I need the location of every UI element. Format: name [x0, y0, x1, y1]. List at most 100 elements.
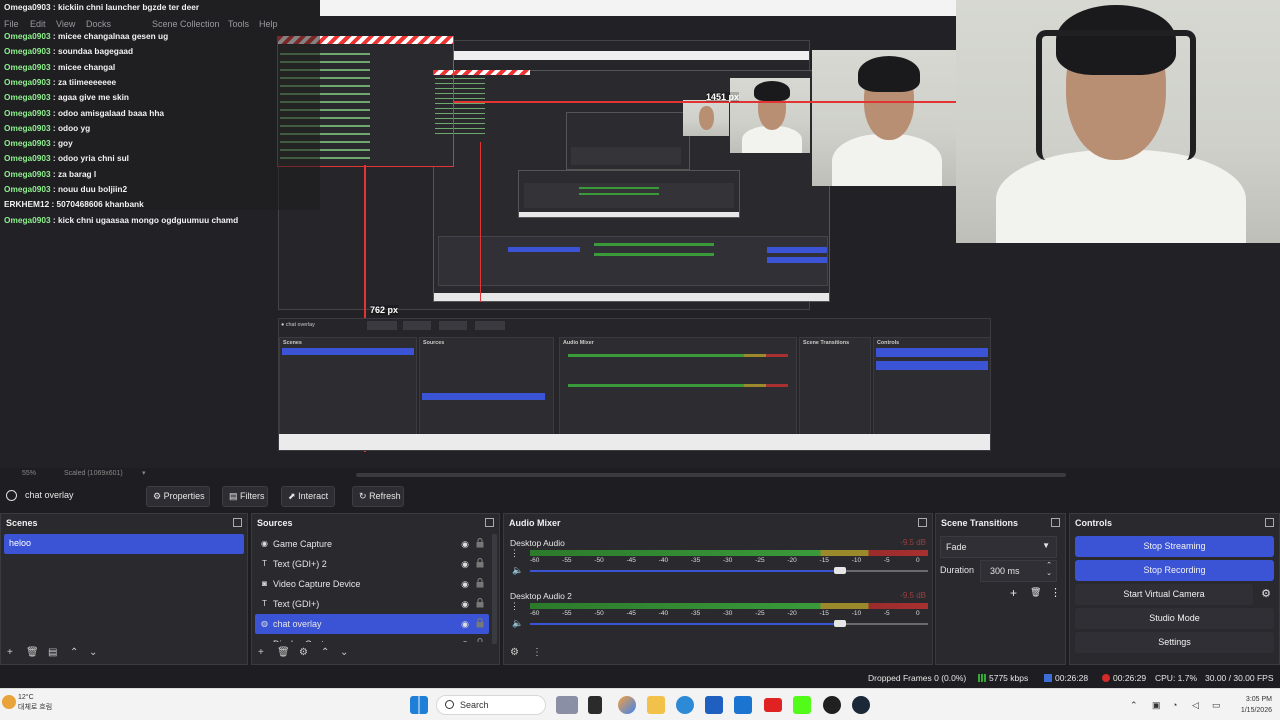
- chevron-down-icon[interactable]: ⌄: [340, 647, 348, 658]
- menu-tools[interactable]: Tools: [228, 19, 249, 29]
- duration-input[interactable]: 300 ms ⌃ ⌄: [980, 560, 1057, 582]
- dock-popout-icon[interactable]: [485, 518, 494, 527]
- eye-icon[interactable]: ◉: [461, 559, 469, 570]
- more-icon[interactable]: ⋮: [532, 647, 542, 658]
- gear-icon[interactable]: ⚙: [510, 647, 519, 658]
- eye-icon[interactable]: ◉: [461, 539, 469, 550]
- folder-icon[interactable]: [647, 696, 665, 714]
- menu-edit[interactable]: Edit: [30, 19, 46, 29]
- store-icon[interactable]: [705, 696, 723, 714]
- file-icon[interactable]: [588, 696, 602, 714]
- sources-toolbar: + 🗑 ⚙ ⌃ ⌄: [252, 646, 499, 662]
- preview-scrollbar[interactable]: [356, 473, 1066, 477]
- source-item[interactable]: T Text (GDI+) 2 ◉: [255, 554, 489, 574]
- stop-recording-button[interactable]: Stop Recording: [1075, 560, 1274, 581]
- filters-button[interactable]: ▤ Filters: [222, 486, 268, 507]
- scene-item[interactable]: heloo: [4, 534, 244, 554]
- settings-button[interactable]: Settings: [1075, 632, 1274, 653]
- weather-widget[interactable]: 12°C 대체로 흐림: [18, 693, 52, 713]
- trash-icon[interactable]: 🗑: [26, 647, 39, 658]
- tray-app-icon[interactable]: ▣: [1152, 700, 1161, 711]
- zoom-level[interactable]: 55%: [22, 470, 36, 477]
- more-icon[interactable]: ⋮: [1050, 586, 1061, 599]
- lock-icon[interactable]: [476, 617, 484, 628]
- scale-tick: -20: [787, 610, 797, 617]
- lock-icon[interactable]: [476, 537, 484, 548]
- dock-popout-icon[interactable]: [918, 518, 927, 527]
- source-item[interactable]: ◙ Video Capture Device ◉: [255, 574, 489, 594]
- eye-icon[interactable]: ◉: [461, 619, 469, 630]
- chevron-up-icon[interactable]: ⌃: [1130, 700, 1138, 711]
- windows-start-icon[interactable]: [410, 696, 428, 714]
- speaker-icon[interactable]: ◁: [1192, 700, 1199, 711]
- trash-icon[interactable]: 🗑: [1030, 587, 1041, 598]
- volume-slider-handle[interactable]: [834, 567, 847, 574]
- menu-file[interactable]: File: [4, 19, 19, 29]
- lock-icon[interactable]: [476, 597, 484, 608]
- gear-icon[interactable]: ⚙: [299, 647, 308, 658]
- eye-icon[interactable]: ◉: [461, 639, 469, 642]
- taskbar-search-label: Search: [460, 700, 489, 710]
- battery-icon[interactable]: ▭: [1212, 700, 1221, 711]
- source-item[interactable]: ◍ chat overlay ◉: [255, 614, 489, 634]
- chevron-up-icon[interactable]: ⌃: [70, 647, 78, 658]
- guide-horizontal[interactable]: [453, 101, 956, 103]
- lock-icon[interactable]: [476, 577, 484, 588]
- menu-scene-collection[interactable]: Scene Collection: [152, 19, 220, 29]
- start-virtual-camera-button[interactable]: Start Virtual Camera: [1075, 584, 1253, 605]
- properties-button[interactable]: ⚙ Properties: [146, 486, 210, 507]
- outlook-icon[interactable]: [734, 696, 752, 714]
- wifi-icon[interactable]: ◔: [1172, 700, 1177, 710]
- studio-mode-button[interactable]: Studio Mode: [1075, 608, 1274, 629]
- chevron-down-icon[interactable]: ▾: [142, 469, 146, 477]
- copilot-icon[interactable]: [618, 696, 636, 714]
- interact-button[interactable]: ⬈ Interact: [281, 486, 335, 507]
- stop-streaming-button[interactable]: Stop Streaming: [1075, 536, 1274, 557]
- source-item[interactable]: ◉ Game Capture ◉: [255, 534, 489, 554]
- lock-icon[interactable]: [476, 557, 484, 568]
- transition-select[interactable]: Fade ▼: [940, 536, 1057, 558]
- add-icon[interactable]: +: [258, 647, 264, 658]
- sources-scrollbar[interactable]: [492, 534, 497, 644]
- gear-icon[interactable]: ⚙: [1261, 587, 1271, 600]
- kick-icon[interactable]: [793, 696, 811, 714]
- refresh-button[interactable]: ↻ Refresh: [352, 486, 404, 507]
- speaker-icon[interactable]: 🔈: [512, 565, 523, 576]
- add-icon[interactable]: +: [1010, 586, 1017, 600]
- lock-icon[interactable]: [476, 637, 484, 642]
- volume-slider[interactable]: [530, 570, 928, 572]
- youtube-icon[interactable]: [764, 698, 782, 712]
- volume-slider-handle[interactable]: [834, 620, 847, 627]
- menu-view[interactable]: View: [56, 19, 75, 29]
- preview-canvas[interactable]: 1451 px 762 px ● chat overlay Scenes Sou…: [0, 0, 1280, 468]
- eye-icon[interactable]: ◉: [461, 579, 469, 590]
- selection-edge-top-2: [433, 70, 530, 75]
- more-icon[interactable]: ⋮: [510, 601, 519, 612]
- trash-icon[interactable]: 🗑: [277, 647, 290, 658]
- eye-icon[interactable]: ◉: [461, 599, 469, 610]
- volume-slider[interactable]: [530, 623, 928, 625]
- webcam-feed-nested-1: [812, 50, 956, 186]
- source-item[interactable]: ▭ Display Capture ◉: [255, 634, 489, 642]
- spin-icon[interactable]: ⌃ ⌄: [1046, 562, 1052, 578]
- add-icon[interactable]: +: [7, 647, 13, 658]
- dock-popout-icon[interactable]: [233, 518, 242, 527]
- chevron-up-icon[interactable]: ⌃: [321, 647, 329, 658]
- dock-popout-icon[interactable]: [1051, 518, 1060, 527]
- menu-help[interactable]: Help: [259, 19, 278, 29]
- taskbar-clock[interactable]: 3:05 PM 1/15/2026: [1241, 694, 1272, 716]
- speaker-icon[interactable]: 🔈: [512, 618, 523, 629]
- filter-icon[interactable]: ▤: [48, 647, 57, 658]
- more-icon[interactable]: ⋮: [510, 548, 519, 559]
- steam-icon[interactable]: [852, 696, 870, 714]
- chevron-down-icon[interactable]: ⌄: [89, 647, 97, 658]
- taskbar-search[interactable]: Search: [436, 695, 546, 715]
- obs-icon[interactable]: [823, 696, 841, 714]
- edge-icon[interactable]: [676, 696, 694, 714]
- obs-window: 1451 px 762 px ● chat overlay Scenes Sou…: [0, 0, 1280, 720]
- dock-popout-icon[interactable]: [1265, 518, 1274, 527]
- game-icon[interactable]: [556, 696, 578, 714]
- source-item[interactable]: T Text (GDI+) ◉: [255, 594, 489, 614]
- audio-mixer-dock: Audio Mixer Desktop Audio -9.5 dB ⋮ -60 -55 -…: [503, 513, 933, 665]
- menu-docks[interactable]: Docks: [86, 19, 111, 29]
